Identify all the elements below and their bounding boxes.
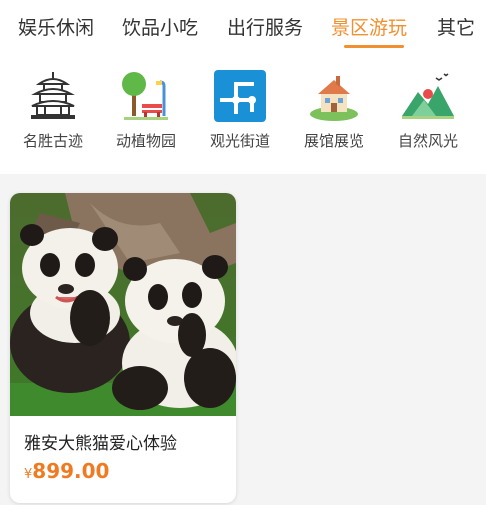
product-image [10, 193, 236, 416]
museum-icon [310, 76, 358, 121]
street-map-icon [214, 70, 266, 122]
product-card[interactable]: 雅安大熊猫爱心体验 ¥899.00 [10, 193, 236, 503]
category-sightseeing-streets[interactable]: 观光街道 [195, 70, 285, 160]
category-exhibitions[interactable]: 展馆展览 [289, 70, 379, 160]
tab-entertainment[interactable]: 娱乐休闲 [18, 13, 94, 40]
tab-other[interactable]: 其它 [437, 13, 475, 40]
category-label: 展馆展览 [303, 132, 364, 150]
product-title: 雅安大熊猫爱心体验 [24, 434, 177, 454]
category-tab-bar: 娱乐休闲 饮品小吃 出行服务 景区游玩 其它 [0, 0, 486, 52]
active-tab-indicator [344, 45, 404, 48]
park-icon [122, 72, 168, 120]
category-zoo-botanical[interactable]: 动植物园 [101, 70, 191, 160]
category-label: 动植物园 [115, 132, 176, 150]
tab-travel-services[interactable]: 出行服务 [227, 13, 303, 40]
mountain-icon [402, 73, 454, 119]
category-label: 自然风光 [397, 132, 458, 150]
tab-scenic-spots[interactable]: 景区游玩 [331, 13, 407, 40]
tab-drinks-snacks[interactable]: 饮品小吃 [122, 13, 198, 40]
temple-icon [31, 72, 75, 119]
category-historic-sites[interactable]: 名胜古迹 [8, 70, 98, 160]
category-natural-scenery[interactable]: 自然风光 [383, 70, 473, 160]
category-label: 名胜古迹 [22, 132, 83, 150]
price-value: 899.00 [32, 459, 110, 483]
category-label: 观光街道 [209, 132, 270, 150]
subcategory-bar: 名胜古迹 动植物园 观光街道 展馆展览 自然风光 [0, 52, 486, 174]
product-price: ¥899.00 [24, 459, 109, 483]
